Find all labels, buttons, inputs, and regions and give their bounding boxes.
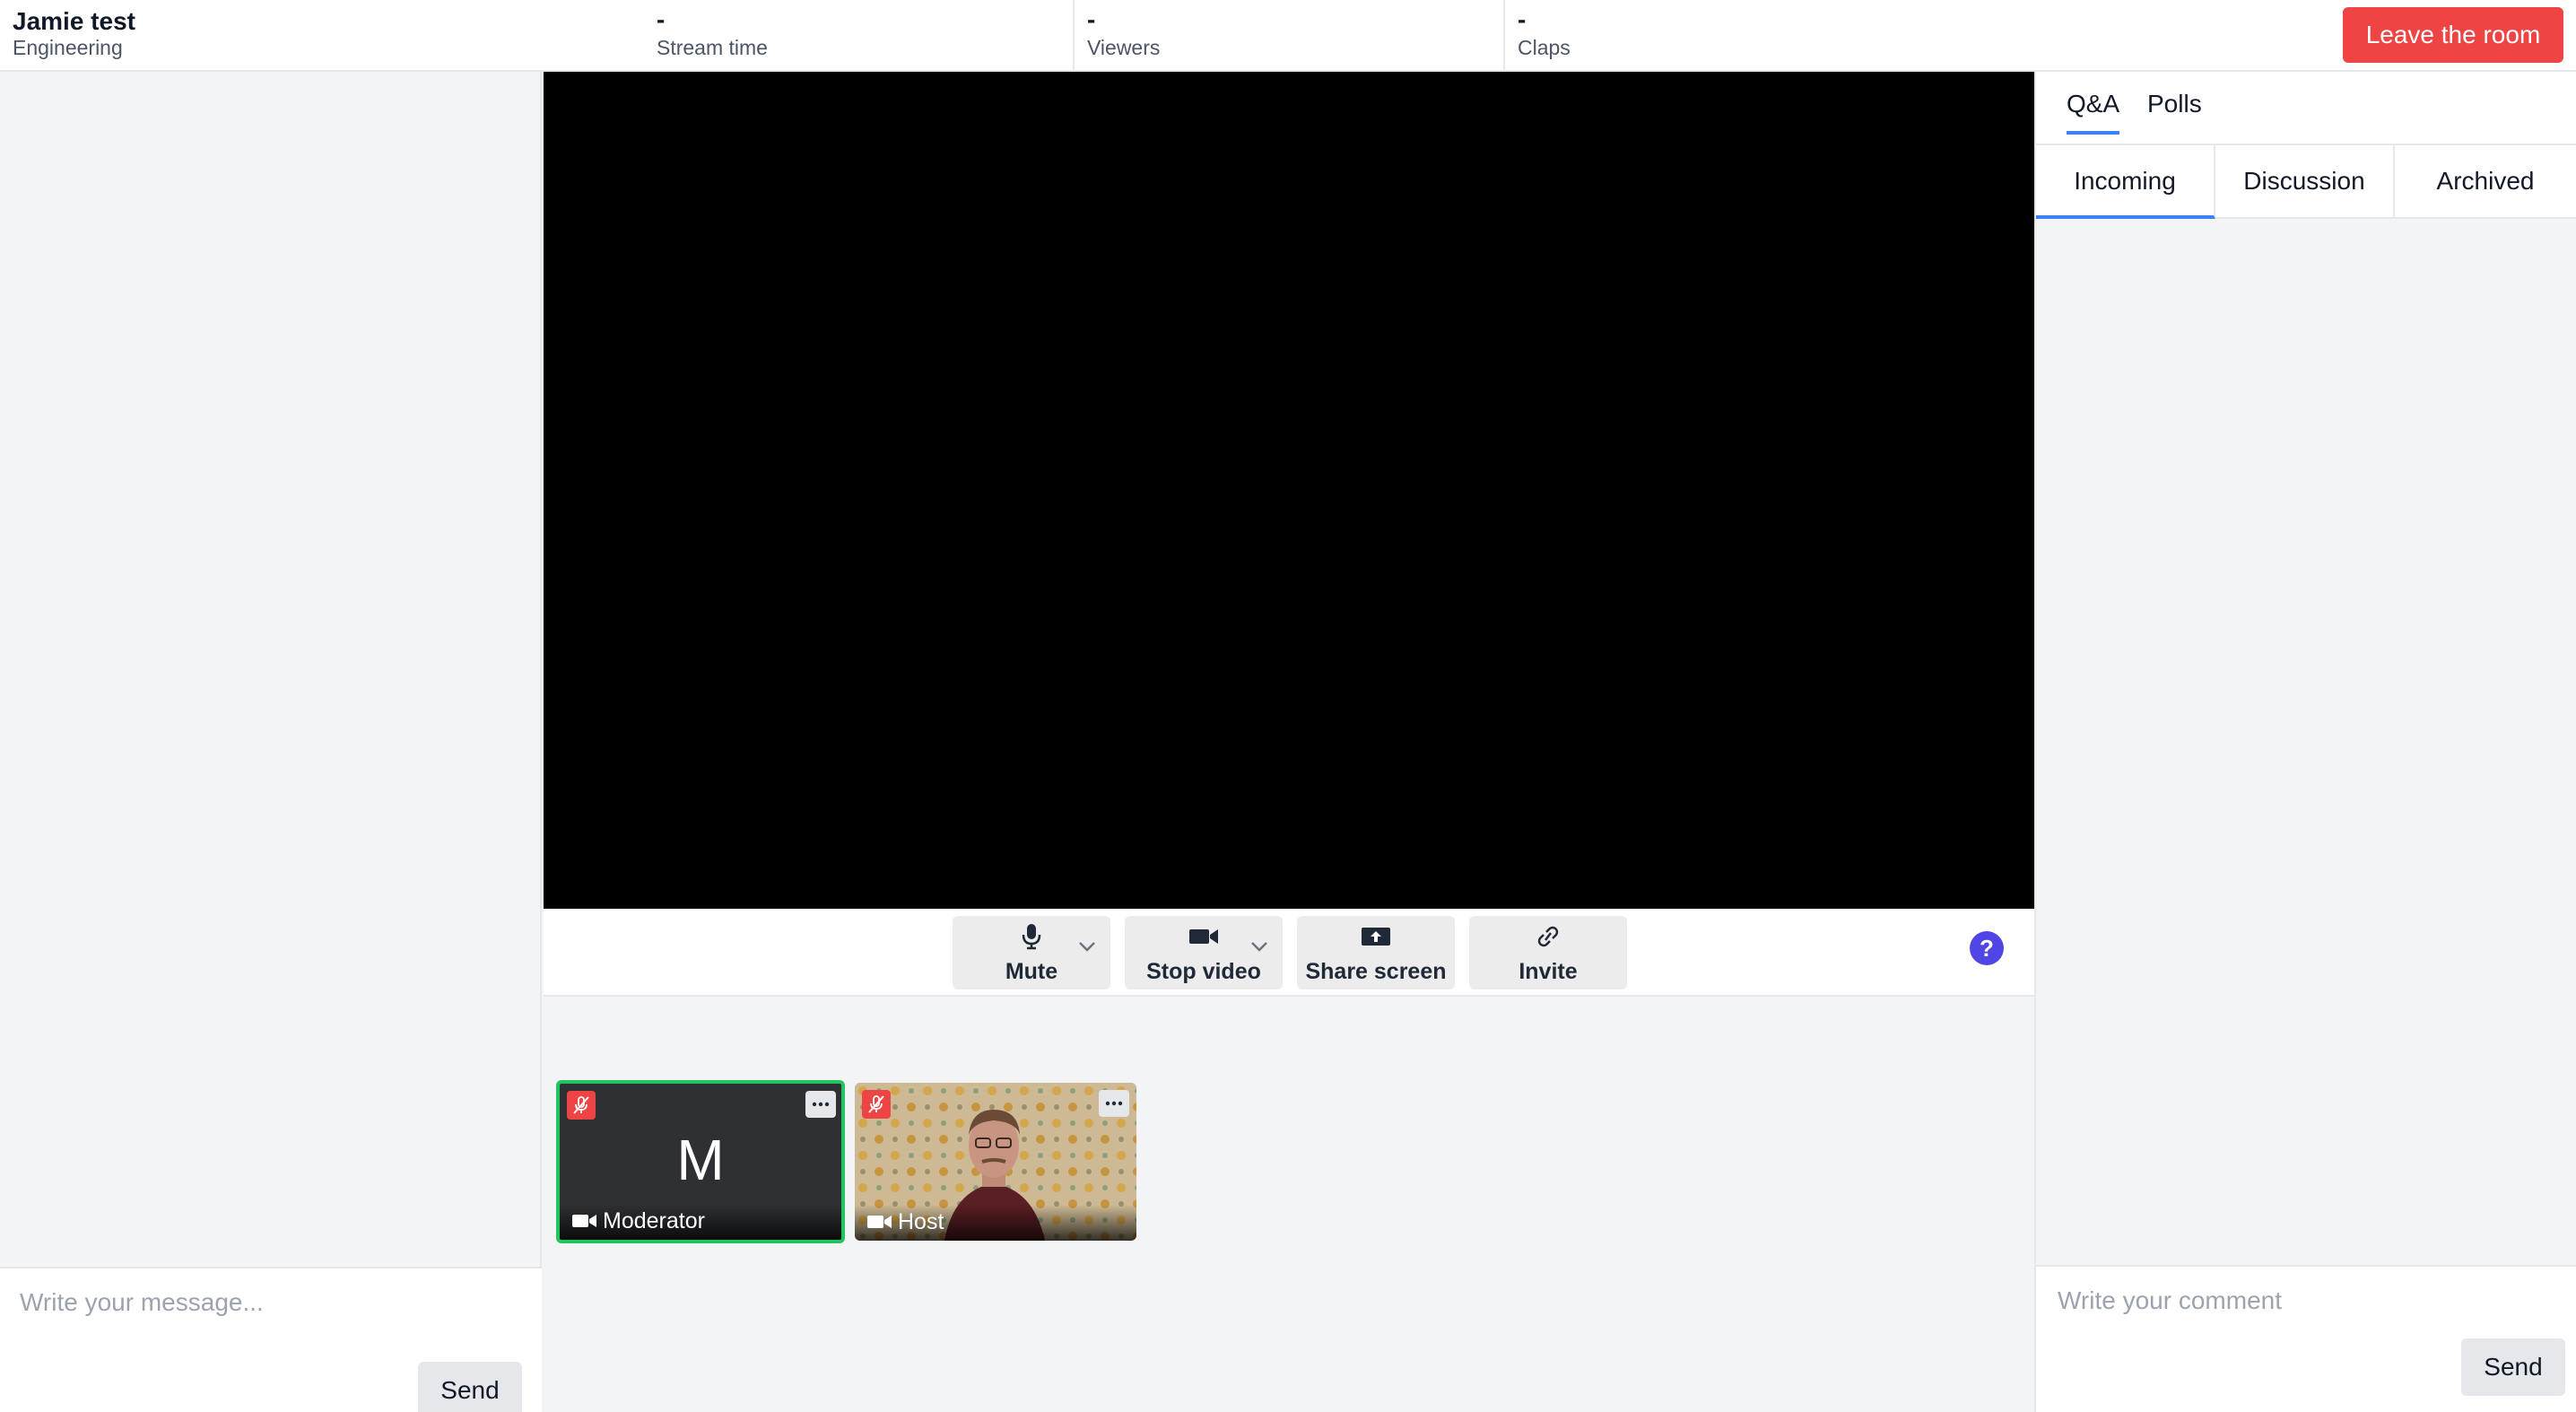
top-bar: Jamie test Engineering - Stream time - V…	[0, 0, 2576, 72]
stat-viewers: - Viewers	[1073, 0, 1503, 70]
claps-label: Claps	[1518, 36, 1571, 59]
help-icon[interactable]: ?	[1970, 931, 2004, 965]
stat-stream-time: - Stream time	[644, 0, 1073, 70]
video-options-chevron-down-icon[interactable]	[1249, 936, 1270, 957]
tab-polls[interactable]: Polls	[2147, 90, 2202, 131]
link-icon	[1469, 923, 1627, 950]
mic-muted-icon	[862, 1090, 891, 1119]
chat-send-button[interactable]: Send	[418, 1362, 522, 1412]
video-camera-icon	[572, 1215, 596, 1227]
participant-footer: Host	[855, 1205, 1136, 1241]
viewers-label: Viewers	[1087, 36, 1161, 59]
room-title: Jamie test	[13, 7, 135, 35]
main-video	[544, 72, 2034, 909]
call-toolbar: Mute Stop video Share screen Invite ?	[544, 909, 2034, 997]
qa-subtabs: Incoming Discussion Archived	[2036, 145, 2576, 219]
room-subtitle: Engineering	[13, 36, 123, 59]
invite-label: Invite	[1519, 959, 1578, 984]
participant-grid: M Moderator Host	[544, 997, 2034, 1412]
mute-options-chevron-down-icon[interactable]	[1076, 936, 1098, 957]
claps-value: -	[1518, 5, 1527, 33]
stop-video-label: Stop video	[1146, 959, 1261, 984]
panel-tabs: Q&A Polls	[2036, 72, 2576, 145]
participant-tile-moderator[interactable]: M Moderator	[556, 1080, 845, 1243]
chat-message-input[interactable]	[0, 1268, 538, 1376]
video-camera-icon	[867, 1216, 892, 1228]
share-screen-button[interactable]: Share screen	[1297, 916, 1455, 989]
qa-panel: Q&A Polls Incoming Discussion Archived S…	[2034, 72, 2576, 1412]
participant-more-options-icon[interactable]	[1099, 1090, 1129, 1117]
mute-label: Mute	[1005, 959, 1058, 984]
comment-composer: Send	[2036, 1265, 2576, 1412]
subtab-incoming[interactable]: Incoming	[2036, 145, 2215, 219]
chat-panel: Send	[0, 72, 542, 1412]
share-screen-label: Share screen	[1305, 959, 1447, 984]
share-screen-icon	[1297, 923, 1455, 950]
stream-time-value: -	[657, 5, 666, 33]
participant-more-options-icon[interactable]	[805, 1091, 836, 1118]
stream-time-label: Stream time	[657, 36, 768, 59]
viewers-value: -	[1087, 5, 1096, 33]
participant-name: Moderator	[603, 1208, 705, 1233]
participant-name: Host	[898, 1209, 944, 1234]
stage-area: Mute Stop video Share screen Invite ? M …	[544, 72, 2034, 1412]
tab-qa[interactable]: Q&A	[2067, 90, 2120, 135]
subtab-discussion[interactable]: Discussion	[2215, 145, 2395, 219]
chat-composer: Send	[0, 1267, 542, 1412]
participant-footer: Moderator	[560, 1204, 841, 1240]
participant-avatar-initial: M	[676, 1128, 725, 1192]
stat-claps: - Claps	[1503, 0, 1934, 70]
comment-send-button[interactable]: Send	[2461, 1338, 2565, 1396]
mic-muted-icon	[567, 1091, 596, 1120]
leave-room-button[interactable]: Leave the room	[2343, 7, 2563, 63]
participant-tile-host[interactable]: Host	[855, 1083, 1136, 1241]
invite-button[interactable]: Invite	[1469, 916, 1627, 989]
subtab-archived[interactable]: Archived	[2395, 145, 2576, 219]
